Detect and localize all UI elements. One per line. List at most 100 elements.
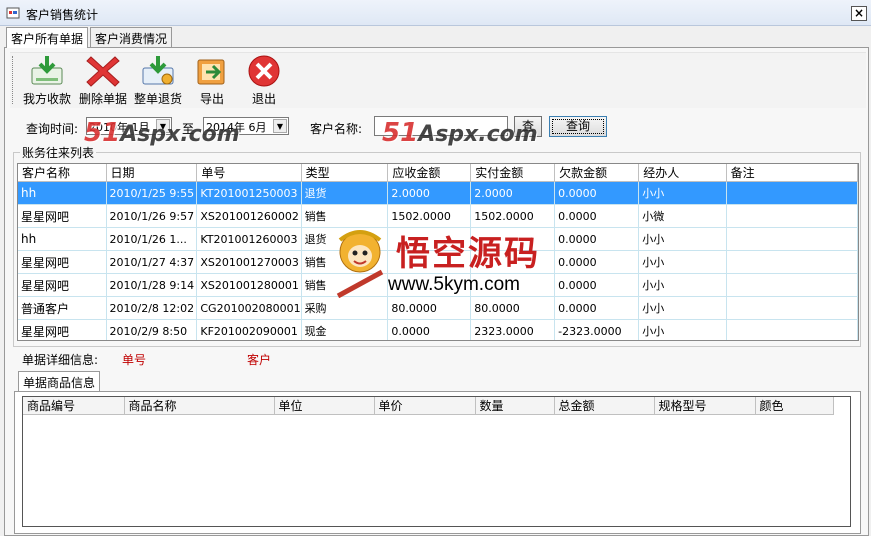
delete-bill-button[interactable]: 删除单据 — [75, 54, 131, 106]
toolbar-grip — [12, 56, 15, 104]
cell-paid[interactable]: 2323.0000 — [470, 319, 556, 340]
cell-remark[interactable] — [726, 227, 858, 251]
tab-all-bills[interactable]: 客户所有单据 — [6, 27, 89, 48]
cell-bill-no[interactable]: KT201001250003 — [196, 181, 302, 205]
cell-handler[interactable]: 小小 — [638, 227, 727, 251]
ledger-header-row: 客户名称 日期 单号 类型 应收金额 实付金额 欠款金额 经办人 备注 — [18, 164, 858, 182]
cell-paid[interactable]: 2.0000 — [470, 181, 556, 205]
watermark-aspx: Aspx — [120, 122, 181, 147]
tab-consumption[interactable]: 客户消费情况 — [90, 27, 173, 47]
cell-handler[interactable]: 小微 — [638, 204, 727, 228]
watermark-5kym: 悟空源码 www.5kym.com — [330, 222, 560, 308]
cell-date[interactable]: 2010/2/8 12:02 — [106, 296, 198, 320]
goods-table: 商品编号 商品名称 单位 单价 数量 总金额 规格型号 颜色 — [23, 397, 834, 415]
cell-owed[interactable]: 0.0000 — [554, 204, 640, 228]
watermark-com: .com — [478, 122, 538, 147]
table-row[interactable]: hh 2010/1/25 9:55 KT201001250003 退货 2.0000 2.… — [18, 181, 858, 205]
delete-x-icon — [86, 56, 120, 87]
cell-owed[interactable]: -2323.0000 — [554, 319, 640, 340]
search-button[interactable]: 查询 — [549, 116, 607, 137]
cell-date[interactable]: 2010/1/25 9:55 — [106, 181, 198, 205]
col-bill-no[interactable]: 单号 — [196, 164, 302, 182]
col-color[interactable]: 颜色 — [755, 397, 834, 415]
cell-owed[interactable]: 0.0000 — [554, 181, 640, 205]
cell-type[interactable]: 退货 — [301, 181, 389, 205]
detail-bill-no: 单号 — [122, 353, 147, 367]
return-all-button[interactable]: 整单退货 — [130, 54, 186, 106]
cell-remark[interactable] — [726, 319, 858, 340]
cell-remark[interactable] — [726, 250, 858, 274]
col-paid[interactable]: 实付金额 — [470, 164, 556, 182]
cell-receivable[interactable]: 2.0000 — [387, 181, 472, 205]
cell-handler[interactable]: 小小 — [638, 319, 727, 340]
watermark-51: 51 — [382, 118, 419, 148]
table-row[interactable]: 星星网吧 2010/2/9 8:50 KF201002090001 现金 0.0000 2… — [18, 319, 858, 340]
cell-customer[interactable]: hh — [18, 181, 107, 205]
customer-name-label: 客户名称: — [310, 122, 363, 136]
cell-bill-no[interactable]: XS201001270003 — [196, 250, 302, 274]
watermark-51aspx-right: 51Aspx.com — [382, 118, 538, 148]
cell-date[interactable]: 2010/1/26 9:57 — [106, 204, 198, 228]
return-goods-icon — [142, 56, 174, 85]
window-title: 客户销售统计 — [26, 8, 99, 22]
cell-handler[interactable]: 小小 — [638, 273, 727, 297]
cell-date[interactable]: 2010/1/28 9:14 — [106, 273, 198, 297]
col-unit[interactable]: 单位 — [274, 397, 375, 415]
exit-button[interactable]: 退出 — [236, 54, 292, 106]
cell-date[interactable]: 2010/1/26 1... — [106, 227, 198, 251]
cell-customer[interactable]: 普通客户 — [18, 296, 107, 320]
cell-customer[interactable]: 星星网吧 — [18, 273, 107, 297]
exit-label: 退出 — [251, 92, 276, 106]
cell-bill-no[interactable]: XS201001260002 — [196, 204, 302, 228]
col-quantity[interactable]: 数量 — [475, 397, 555, 415]
cell-customer[interactable]: 星星网吧 — [18, 204, 107, 228]
receive-payment-button[interactable]: 我方收款 — [19, 54, 75, 106]
cell-remark[interactable] — [726, 181, 858, 205]
title-bar: 客户销售统计 × — [0, 0, 871, 26]
cell-owed[interactable]: 0.0000 — [554, 296, 640, 320]
cell-bill-no[interactable]: XS201001280001 — [196, 273, 302, 297]
cell-bill-no[interactable]: CG201002080001 — [196, 296, 302, 320]
cell-remark[interactable] — [726, 273, 858, 297]
cell-owed[interactable]: 0.0000 — [554, 250, 640, 274]
col-date[interactable]: 日期 — [106, 164, 198, 182]
col-total[interactable]: 总金额 — [554, 397, 655, 415]
goods-grid[interactable]: 商品编号 商品名称 单位 单价 数量 总金额 规格型号 颜色 — [22, 396, 851, 527]
close-button[interactable]: × — [851, 6, 867, 21]
cell-handler[interactable]: 小小 — [638, 250, 727, 274]
cell-bill-no[interactable]: KT201001260003 — [196, 227, 302, 251]
cell-type[interactable]: 现金 — [301, 319, 389, 340]
money-receive-icon — [31, 56, 63, 85]
tab-goods-info[interactable]: 单据商品信息 — [18, 371, 101, 392]
cell-receivable[interactable]: 0.0000 — [387, 319, 472, 340]
col-customer[interactable]: 客户名称 — [18, 164, 107, 182]
delete-bill-label: 删除单据 — [78, 92, 127, 106]
col-type[interactable]: 类型 — [301, 164, 389, 182]
cell-customer[interactable]: 星星网吧 — [18, 250, 107, 274]
col-receivable[interactable]: 应收金额 — [387, 164, 472, 182]
cell-date[interactable]: 2010/2/9 8:50 — [106, 319, 198, 340]
cell-bill-no[interactable]: KF201002090001 — [196, 319, 302, 340]
export-button[interactable]: 导出 — [184, 54, 240, 106]
watermark-com: .com — [180, 122, 240, 147]
detail-customer: 客户 — [247, 353, 272, 367]
detail-label: 单据详细信息: — [22, 353, 99, 367]
col-goods-name[interactable]: 商品名称 — [124, 397, 275, 415]
cell-remark[interactable] — [726, 296, 858, 320]
cell-handler[interactable]: 小小 — [638, 296, 727, 320]
cell-handler[interactable]: 小小 — [638, 181, 727, 205]
col-goods-code[interactable]: 商品编号 — [23, 397, 125, 415]
cell-remark[interactable] — [726, 204, 858, 228]
col-remark[interactable]: 备注 — [726, 164, 858, 182]
chevron-down-icon: ▼ — [273, 119, 287, 133]
cell-customer[interactable]: 星星网吧 — [18, 319, 107, 340]
col-owed[interactable]: 欠款金额 — [554, 164, 640, 182]
col-spec[interactable]: 规格型号 — [654, 397, 756, 415]
cell-owed[interactable]: 0.0000 — [554, 227, 640, 251]
col-unit-price[interactable]: 单价 — [374, 397, 476, 415]
app-icon — [6, 7, 20, 19]
col-handler[interactable]: 经办人 — [638, 164, 727, 182]
cell-customer[interactable]: hh — [18, 227, 107, 251]
cell-owed[interactable]: 0.0000 — [554, 273, 640, 297]
cell-date[interactable]: 2010/1/27 4:37 — [106, 250, 198, 274]
